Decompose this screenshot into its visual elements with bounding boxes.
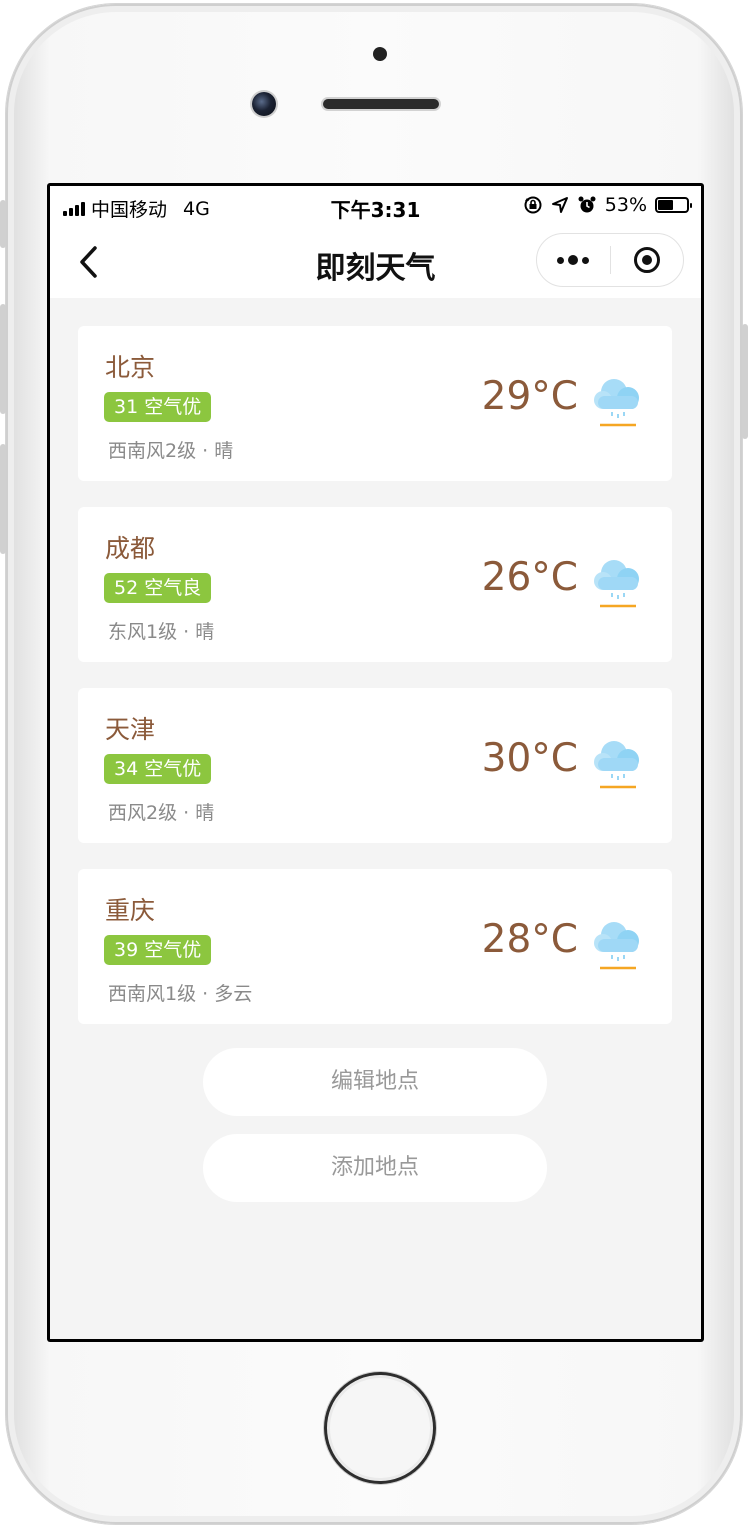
app-screen: 中国移动 4G 下午3:31 53% 即刻天气 北京 31 空气优 西南风2级 … xyxy=(50,186,701,1339)
wind-weather-text: 西南风1级 · 多云 xyxy=(108,983,253,1005)
aqi-badge: 31 空气优 xyxy=(104,392,212,422)
city-name: 北京 xyxy=(105,353,156,382)
status-bar: 中国移动 4G 下午3:31 53% xyxy=(50,186,701,226)
navigation-bar: 即刻天气 xyxy=(50,226,701,298)
city-name: 成都 xyxy=(105,534,156,563)
city-name: 天津 xyxy=(105,715,156,744)
cloud-rain-icon xyxy=(594,741,639,789)
cloud-rain-icon xyxy=(594,379,639,427)
more-button[interactable] xyxy=(537,234,610,286)
target-icon xyxy=(633,247,660,273)
more-dots-icon xyxy=(557,255,590,265)
temperature: 28°C xyxy=(481,917,578,962)
mute-switch xyxy=(0,200,6,248)
city-card-beijing[interactable]: 北京 31 空气优 西南风2级 · 晴 29°C xyxy=(78,326,672,481)
add-location-button[interactable]: 添加地点 xyxy=(203,1134,547,1202)
proximity-sensor xyxy=(373,47,387,61)
earpiece-speaker xyxy=(323,99,439,109)
screen: 中国移动 4G 下午3:31 53% 即刻天气 北京 31 空气优 西南风2级 … xyxy=(47,183,704,1342)
status-bar-right: 53% xyxy=(523,194,692,216)
battery-icon xyxy=(655,197,692,213)
aqi-badge: 39 空气优 xyxy=(104,935,212,965)
temperature: 29°C xyxy=(481,374,578,419)
edit-locations-button[interactable]: 编辑地点 xyxy=(203,1048,547,1116)
alarm-icon xyxy=(578,196,596,213)
city-card-tianjin[interactable]: 天津 34 空气优 西风2级 · 晴 30°C xyxy=(78,688,672,843)
wind-weather-text: 西风2级 · 晴 xyxy=(108,802,215,824)
battery-percent: 53% xyxy=(604,194,647,216)
aqi-badge: 34 空气优 xyxy=(104,754,212,784)
wind-weather-text: 东风1级 · 晴 xyxy=(108,621,215,643)
city-name: 重庆 xyxy=(105,896,156,925)
miniprogram-capsule xyxy=(536,233,684,287)
city-card-chongqing[interactable]: 重庆 39 空气优 西南风1级 · 多云 28°C xyxy=(78,869,672,1024)
aqi-badge: 52 空气良 xyxy=(104,573,212,603)
cloud-rain-icon xyxy=(594,560,639,608)
rotation-lock-icon xyxy=(524,196,542,214)
location-arrow-icon xyxy=(551,197,568,213)
volume-down-button xyxy=(0,444,6,554)
power-button xyxy=(742,324,748,439)
volume-up-button xyxy=(0,304,6,414)
city-card-chengdu[interactable]: 成都 52 空气良 东风1级 · 晴 26°C xyxy=(78,507,672,662)
temperature: 30°C xyxy=(481,736,578,781)
temperature: 26°C xyxy=(481,555,578,600)
front-camera xyxy=(252,92,276,116)
cloud-rain-icon xyxy=(594,922,639,970)
wind-weather-text: 西南风2级 · 晴 xyxy=(108,440,234,462)
city-list: 北京 31 空气优 西南风2级 · 晴 29°C 成都 52 空气良 东风1级 … xyxy=(78,326,672,1050)
close-miniprogram-button[interactable] xyxy=(611,234,684,286)
home-button[interactable] xyxy=(324,1372,436,1484)
